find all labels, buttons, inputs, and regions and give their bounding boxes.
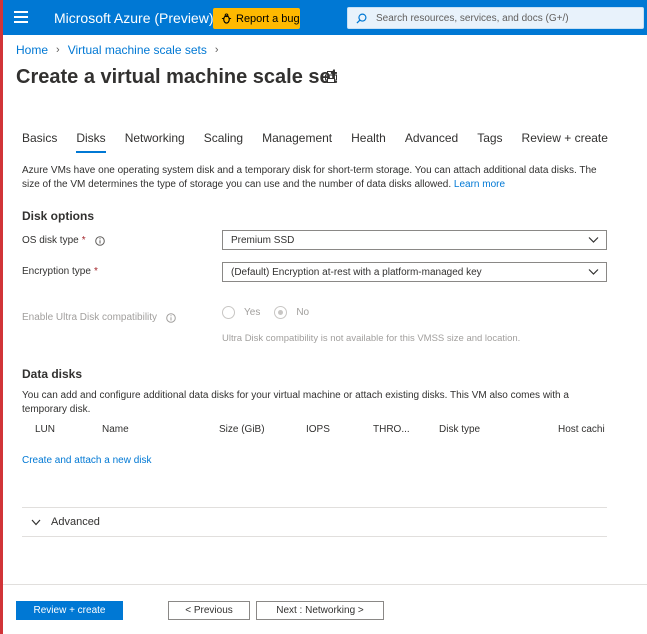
chevron-down-icon [588,269,599,275]
advanced-section-label: Advanced [51,516,100,528]
intro-description: Azure VMs have one operating system disk… [22,164,612,192]
os-disk-type-value: Premium SSD [231,234,295,246]
tab-health[interactable]: Health [351,131,386,153]
data-disks-heading: Data disks [22,367,83,381]
review-create-button[interactable]: Review + create [16,601,123,620]
advanced-section-toggle[interactable]: Advanced [31,516,100,528]
menu-icon[interactable] [14,11,28,26]
chevron-right-icon: › [56,44,60,56]
disk-options-heading: Disk options [22,209,95,223]
advanced-top-divider [22,507,607,508]
data-disks-description: You can add and configure additional dat… [22,390,569,415]
os-disk-type-label-text: OS disk type [22,235,79,246]
learn-more-link[interactable]: Learn more [454,179,505,190]
top-header: Microsoft Azure (Preview) Report a bug [3,0,647,35]
tab-disks[interactable]: Disks [76,131,106,153]
bug-icon [221,13,232,24]
breadcrumb: Home › Virtual machine scale sets › [16,43,219,57]
ultra-yes-label: Yes [244,307,261,318]
info-icon[interactable] [94,235,105,246]
encryption-type-label: Encryption type * [22,266,98,277]
create-attach-disk-link[interactable]: Create and attach a new disk [22,455,152,466]
chevron-down-icon [588,237,599,243]
previous-button[interactable]: < Previous [168,601,250,620]
tab-review-create[interactable]: Review + create [522,131,608,153]
left-edge-bar [0,0,3,634]
tab-basics[interactable]: Basics [22,131,57,153]
breadcrumb-home[interactable]: Home [16,43,48,57]
column-header-name[interactable]: Name [102,424,129,435]
tab-management[interactable]: Management [262,131,332,153]
encryption-type-value: (Default) Encryption at-rest with a plat… [231,266,482,278]
tab-tags[interactable]: Tags [477,131,502,153]
page-title: Create a virtual machine scale set [16,66,338,88]
ultra-disk-label: Enable Ultra Disk compatibility [22,312,176,323]
os-disk-type-label: OS disk type * [22,235,105,246]
info-icon[interactable] [166,312,176,323]
ultra-disk-label-text: Enable Ultra Disk compatibility [22,312,158,323]
global-search[interactable] [347,7,644,29]
ultra-disk-radio-group: Yes No [222,306,323,319]
ultra-disk-note: Ultra Disk compatibility is not availabl… [222,333,521,344]
report-bug-label: Report a bug [236,12,300,25]
encryption-type-label-text: Encryption type [22,266,91,277]
ultra-no-radio[interactable] [274,306,288,319]
brand-title[interactable]: Microsoft Azure (Preview) [54,10,213,26]
required-marker: * [93,266,98,277]
search-icon [356,13,367,24]
ultra-no-label: No [296,307,310,318]
column-header-size[interactable]: Size (GiB) [219,424,265,435]
intro-text: Azure VMs have one operating system disk… [22,165,597,190]
next-button[interactable]: Next : Networking > [256,601,384,620]
data-disks-grid-header: LUN Name Size (GiB) IOPS THRO... Disk ty… [22,424,607,440]
chevron-right-icon: › [214,44,219,56]
breadcrumb-vmss[interactable]: Virtual machine scale sets [68,43,207,57]
report-bug-button[interactable]: Report a bug [213,8,300,29]
os-disk-type-dropdown[interactable]: Premium SSD [222,230,607,250]
print-icon[interactable] [324,70,338,84]
ultra-yes-radio[interactable] [222,306,235,319]
tab-advanced[interactable]: Advanced [405,131,458,153]
advanced-bottom-divider [22,536,607,537]
column-header-disk-type[interactable]: Disk type [439,424,480,435]
wizard-tabs: Basics Disks Networking Scaling Manageme… [22,131,627,153]
tab-networking[interactable]: Networking [125,131,185,153]
encryption-type-dropdown[interactable]: (Default) Encryption at-rest with a plat… [222,262,607,282]
footer-divider [3,584,647,585]
column-header-throughput[interactable]: THRO... [373,424,410,435]
required-marker: * [81,235,86,246]
column-header-host-caching[interactable]: Host cachi [558,424,605,435]
chevron-down-icon [31,519,41,525]
column-header-lun[interactable]: LUN [35,424,55,435]
tab-scaling[interactable]: Scaling [204,131,243,153]
column-header-iops[interactable]: IOPS [306,424,330,435]
search-input[interactable] [374,11,638,25]
